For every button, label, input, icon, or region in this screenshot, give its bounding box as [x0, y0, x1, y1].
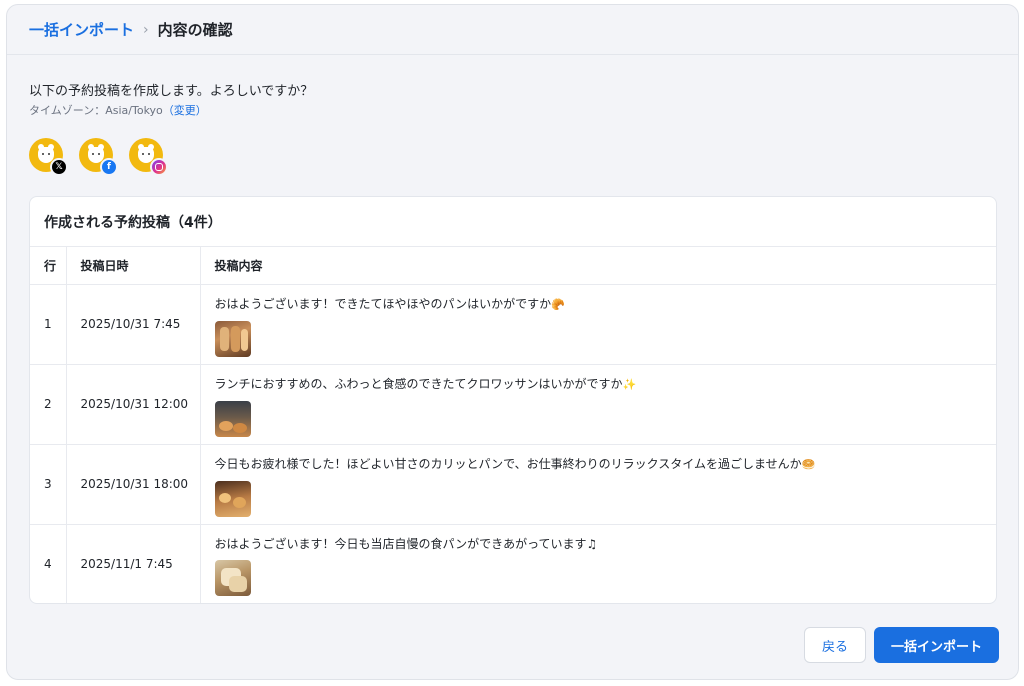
account-facebook: f [79, 138, 118, 176]
post-datetime: 2025/10/31 18:00 [66, 444, 201, 525]
column-header-row: 行 [30, 247, 67, 285]
account-instagram [129, 138, 168, 176]
post-content: おはようございます！できたてほやほやのパンはいかがですか🥐 [200, 284, 996, 365]
target-accounts: 𝕏 f [29, 138, 168, 176]
post-content: 今日もお疲れ様でした！ほどよい甘さのカリッとパンで、お仕事終わりのリラックスタイ… [200, 444, 996, 525]
x-logo-icon: 𝕏 [50, 158, 68, 176]
account-x: 𝕏 [29, 138, 68, 176]
post-datetime: 2025/11/1 7:45 [66, 524, 201, 603]
table-header-row: 行 投稿日時 投稿内容 [30, 247, 996, 285]
post-datetime: 2025/10/31 12:00 [66, 364, 201, 445]
timezone-change-link[interactable]: （変更） [163, 104, 207, 117]
table-row: 2 2025/10/31 12:00 ランチにおすすめの、ふわっと食感のできたて… [30, 364, 996, 445]
table-row: 4 2025/11/1 7:45 おはようございます！今日も当店自慢の食パンがで… [30, 524, 996, 603]
confirm-message: 以下の予約投稿を作成します。よろしいですか？ [29, 84, 314, 99]
scheduled-posts-table: 行 投稿日時 投稿内容 1 2025/10/31 7:45 おはようございます！… [30, 247, 996, 603]
card-title: 作成される予約投稿（4件） [30, 197, 996, 247]
row-number: 4 [30, 524, 67, 603]
table-row: 1 2025/10/31 7:45 おはようございます！できたてほやほやのパンは… [30, 284, 996, 365]
post-image-thumbnail[interactable] [214, 480, 251, 517]
post-image-thumbnail[interactable] [214, 559, 251, 596]
timezone-label: タイムゾーン：Asia/Tokyo [29, 104, 163, 117]
breadcrumb-bulk-import-link[interactable]: 一括インポート [29, 19, 134, 40]
post-text: ランチにおすすめの、ふわっと食感のできたてクロワッサンはいかがですか [214, 376, 623, 391]
post-content: おはようございます！今日も当店自慢の食パンができあがっています♫ [200, 524, 996, 603]
scheduled-posts-card: 作成される予約投稿（4件） 行 投稿日時 投稿内容 1 2025/10/31 7… [29, 196, 997, 604]
post-text: 今日もお疲れ様でした！ほどよい甘さのカリッとパンで、お仕事終わりのリラックスタイ… [214, 456, 802, 471]
breadcrumb: 一括インポート › 内容の確認 [7, 5, 1018, 55]
post-image-thumbnail[interactable] [214, 400, 251, 437]
row-number: 2 [30, 364, 67, 445]
post-datetime: 2025/10/31 7:45 [66, 284, 201, 365]
instagram-logo-icon [150, 158, 168, 176]
bulk-import-button[interactable]: 一括インポート [874, 627, 999, 663]
row-number: 3 [30, 444, 67, 525]
sparkles-emoji-icon: ✨ [622, 377, 637, 391]
table-row: 3 2025/10/31 18:00 今日もお疲れ様でした！ほどよい甘さのカリッ… [30, 444, 996, 525]
timezone-info: タイムゾーン：Asia/Tokyo（変更） [29, 102, 207, 118]
import-confirm-window: 一括インポート › 内容の確認 以下の予約投稿を作成します。よろしいですか？ タ… [6, 4, 1019, 680]
post-text: おはようございます！今日も当店自慢の食パンができあがっています♫ [214, 536, 598, 551]
back-button[interactable]: 戻る [804, 627, 866, 663]
chevron-right-icon: › [143, 21, 149, 38]
row-number: 1 [30, 284, 67, 365]
post-image-thumbnail[interactable] [214, 320, 251, 357]
post-content: ランチにおすすめの、ふわっと食感のできたてクロワッサンはいかがですか✨ [200, 364, 996, 445]
bagel-emoji-icon: 🥯 [801, 457, 816, 471]
page-title: 内容の確認 [157, 21, 233, 39]
post-text: おはようございます！できたてほやほやのパンはいかがですか [214, 296, 552, 311]
facebook-logo-icon: f [100, 158, 118, 176]
croissant-emoji-icon: 🥐 [551, 297, 565, 311]
column-header-content: 投稿内容 [200, 247, 996, 285]
column-header-datetime: 投稿日時 [66, 247, 201, 285]
